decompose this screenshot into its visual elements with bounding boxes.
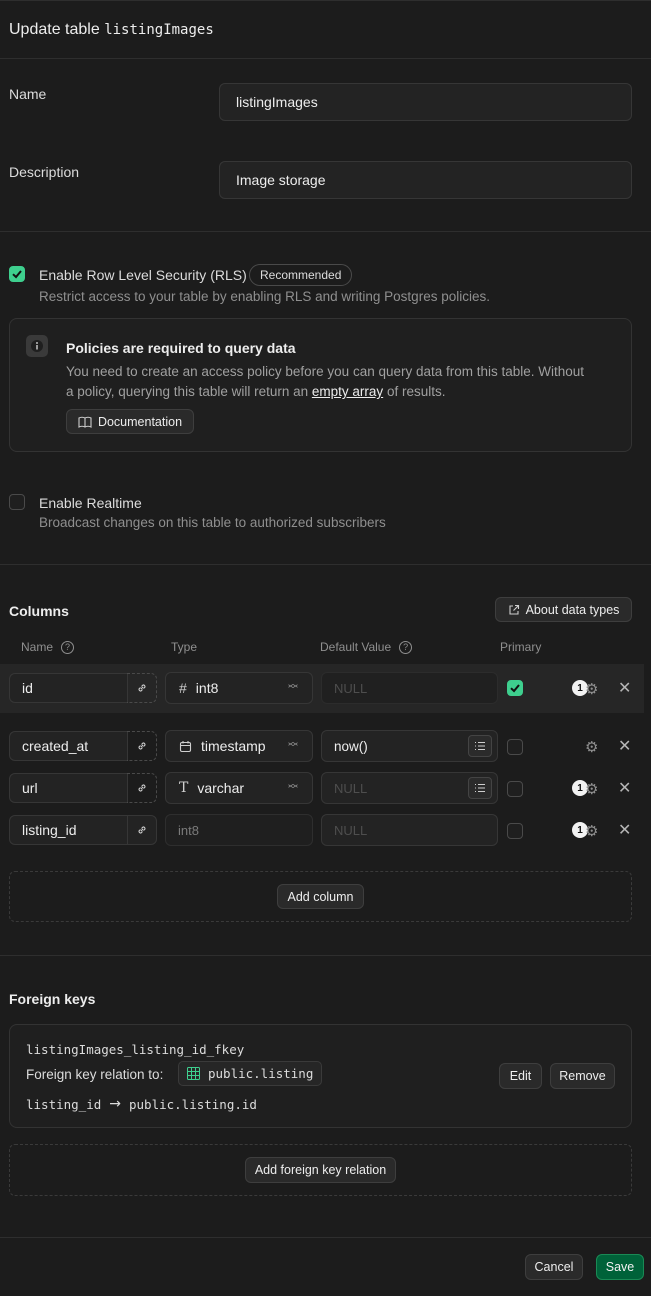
gear-icon[interactable]: ⚙	[585, 822, 598, 840]
gear-icon[interactable]: ⚙	[585, 738, 598, 756]
help-icon[interactable]: ?	[61, 640, 75, 654]
cancel-button[interactable]: Cancel	[525, 1254, 583, 1280]
realtime-label: Enable Realtime	[39, 495, 142, 511]
list-icon[interactable]	[468, 735, 492, 757]
fkey-mapping-to: public.listing.id	[129, 1096, 257, 1112]
close-icon[interactable]: ✕	[618, 736, 631, 756]
book-icon	[78, 416, 92, 428]
add-foreign-key-button[interactable]: Add foreign key relation	[245, 1157, 396, 1183]
add-column-button[interactable]: Add column	[277, 884, 364, 909]
column-default-input: NULL	[321, 672, 498, 704]
name-label: Name	[9, 86, 47, 102]
primary-checkbox[interactable]	[507, 739, 523, 755]
hash-icon: #	[179, 680, 187, 696]
col-header-primary: Primary	[500, 640, 542, 654]
col-header-type: Type	[171, 640, 198, 654]
link-icon[interactable]	[127, 773, 157, 803]
policy-notice-line2-suffix: of results.	[386, 384, 446, 399]
gear-icon[interactable]: ⚙	[585, 780, 598, 798]
chevron-updown-icon: ︿ ﹀	[288, 737, 298, 754]
fkey-relation-target: public.listing	[178, 1061, 323, 1086]
check-icon	[12, 270, 22, 279]
fkey-mapping: listing_id → public.listing.id	[26, 1096, 257, 1112]
column-type-select: int8	[165, 814, 313, 846]
table-icon	[187, 1067, 200, 1080]
column-type-value: int8	[195, 680, 219, 696]
documentation-label: Documentation	[97, 414, 183, 429]
link-icon[interactable]	[127, 731, 157, 761]
column-name-input[interactable]: listing_id	[9, 815, 128, 845]
policy-notice-title: Policies are required to query data	[66, 340, 296, 356]
text-type-icon: T	[179, 780, 189, 796]
col-header-default: Default Value ?	[320, 640, 413, 654]
check-icon	[510, 684, 520, 693]
primary-checkbox[interactable]	[507, 781, 523, 797]
chevron-updown-icon: ︿ ﹀	[288, 679, 298, 696]
foreign-keys-title: Foreign keys	[9, 991, 96, 1007]
rls-description: Restrict access to your table by enablin…	[39, 289, 490, 304]
gear-icon[interactable]: ⚙	[585, 680, 598, 698]
column-type-select[interactable]: timestamp ︿ ﹀	[165, 730, 313, 762]
primary-checkbox[interactable]	[507, 680, 523, 696]
policy-notice-line2: a policy, querying this table will retur…	[66, 384, 445, 399]
info-icon	[26, 335, 48, 357]
page-title: Update table listingImages	[9, 21, 214, 39]
rls-checkbox[interactable]	[9, 266, 25, 282]
chevron-updown-icon: ︿ ﹀	[288, 779, 298, 796]
fkey-mapping-from: listing_id	[26, 1096, 102, 1112]
columns-title: Columns	[9, 603, 69, 619]
edit-fkey-button[interactable]: Edit	[499, 1063, 542, 1089]
policy-notice-line2-prefix: a policy, querying this table will retur…	[66, 384, 309, 399]
remove-fkey-button[interactable]: Remove	[550, 1063, 615, 1089]
realtime-description: Broadcast changes on this table to autho…	[39, 515, 386, 530]
column-type-value: timestamp	[201, 738, 266, 754]
col-header-name: Name ?	[21, 640, 75, 654]
column-type-select[interactable]: T varchar ︿ ﹀	[165, 772, 313, 804]
link-icon[interactable]	[127, 673, 157, 703]
fkey-name: listingImages_listing_id_fkey	[26, 1042, 245, 1057]
calendar-icon	[179, 740, 192, 752]
column-name-input[interactable]: url	[9, 773, 128, 803]
title-table-name: listingImages	[104, 22, 214, 38]
about-data-types-button[interactable]: About data types	[495, 597, 632, 622]
name-input[interactable]: listingImages	[219, 83, 632, 121]
description-label: Description	[9, 164, 80, 180]
column-default-input[interactable]: NULL	[321, 814, 498, 846]
column-type-value: varchar	[197, 780, 245, 796]
fkey-target-name: public.listing	[208, 1066, 314, 1081]
policy-notice-line1: You need to create an access policy befo…	[66, 364, 585, 379]
primary-checkbox[interactable]	[507, 823, 523, 839]
col-header-name-label: Name	[21, 640, 54, 654]
recommended-badge: Recommended	[249, 264, 353, 286]
close-icon[interactable]: ✕	[618, 820, 631, 840]
column-name-input[interactable]: id	[9, 673, 128, 703]
fkey-relation-label: Foreign key relation to:	[26, 1067, 164, 1082]
help-icon[interactable]: ?	[399, 640, 413, 654]
about-data-types-label: About data types	[525, 602, 620, 617]
save-button[interactable]: Save	[596, 1254, 644, 1280]
link-icon[interactable]	[127, 815, 157, 845]
list-icon[interactable]	[468, 777, 492, 799]
external-link-icon	[509, 604, 519, 615]
col-header-default-label: Default Value	[320, 640, 392, 654]
rls-label: Enable Row Level Security (RLS)	[39, 267, 247, 283]
column-type-select[interactable]: # int8 ︿ ﹀	[165, 672, 313, 704]
close-icon[interactable]: ✕	[618, 778, 631, 798]
realtime-checkbox[interactable]	[9, 494, 25, 510]
description-input[interactable]: Image storage	[219, 161, 632, 199]
title-prefix: Update table	[9, 21, 100, 38]
empty-array-link[interactable]: empty array	[312, 384, 383, 399]
column-name-input[interactable]: created_at	[9, 731, 128, 761]
documentation-button[interactable]: Documentation	[66, 409, 194, 434]
close-icon[interactable]: ✕	[618, 678, 631, 698]
arrow-right-icon: →	[109, 1096, 121, 1112]
